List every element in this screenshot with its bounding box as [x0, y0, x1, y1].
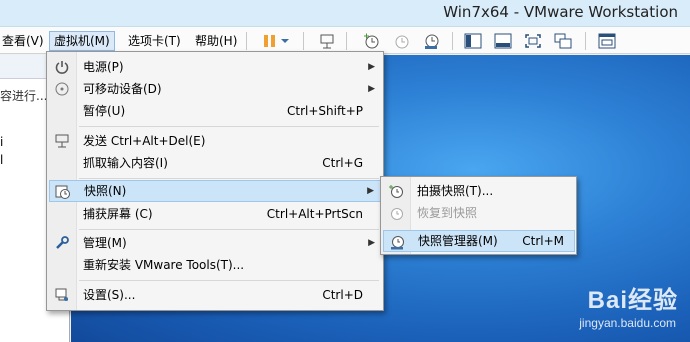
baidu-watermark: Bai经验 jingyan.baidu.com	[510, 278, 680, 338]
toolbar-separator	[452, 32, 453, 50]
menu-item-label: 暂停(U)	[83, 104, 126, 118]
submenu-arrow-icon: ▶	[367, 186, 374, 196]
menu-item-label: 快照(N)	[84, 184, 127, 198]
thumbnail-bar-icon[interactable]	[492, 31, 514, 51]
menu-item-capture-screen[interactable]: 捕获屏幕 (C) Ctrl+Alt+PrtScn	[49, 203, 381, 225]
title-bar: Win7x64 - VMware Workstation	[0, 0, 690, 27]
menu-item-label: 重新安装 VMware Tools(T)...	[83, 258, 245, 272]
menu-item-shortcut: Ctrl+D	[322, 288, 363, 302]
pause-dropdown-chevron-icon[interactable]	[278, 31, 292, 51]
snapshot-submenu: 拍摄快照(T)... 恢复到快照 快照管理器(M) Ctrl+M	[380, 176, 577, 255]
snapshot-manager-icon	[388, 233, 406, 251]
menu-item-shortcut: Ctrl+Shift+P	[287, 104, 363, 118]
menu-item-label: 快照管理器(M)	[418, 234, 498, 248]
library-item-fragment: l	[0, 153, 4, 167]
pause-icon[interactable]	[258, 31, 280, 51]
window-title: Win7x64 - VMware Workstation	[443, 3, 678, 21]
snapshot-manager-icon[interactable]	[420, 31, 442, 51]
menu-item-label: 可移动设备(D)	[83, 82, 162, 96]
wrench-icon	[53, 234, 71, 252]
menu-separator	[79, 229, 379, 230]
menu-item-label: 发送 Ctrl+Alt+Del(E)	[83, 134, 206, 148]
menu-item-snapshot-manager[interactable]: 快照管理器(M) Ctrl+M	[383, 230, 575, 252]
menu-item-send-ctrl-alt-del[interactable]: 发送 Ctrl+Alt+Del(E)	[49, 130, 381, 152]
menu-bar: 查看(V) 虚拟机(M) 选项卡(T) 帮助(H)	[0, 27, 690, 54]
show-library-icon[interactable]	[462, 31, 484, 51]
console-view-icon[interactable]	[596, 31, 618, 51]
menu-item-label: 电源(P)	[83, 60, 124, 74]
menu-item-label: 设置(S)...	[83, 288, 136, 302]
menu-item-label: 管理(M)	[83, 236, 127, 250]
library-item-fragment: i	[0, 135, 4, 149]
menu-vm[interactable]: 虚拟机(M)	[49, 31, 115, 51]
menu-item-manage[interactable]: 管理(M) ▶	[49, 232, 381, 254]
menu-item-label: 捕获屏幕 (C)	[83, 207, 153, 221]
toolbar-separator	[246, 32, 247, 50]
revert-snapshot-icon	[387, 204, 405, 222]
submenu-arrow-icon: ▶	[368, 62, 375, 72]
menu-item-label: 抓取输入内容(I)	[83, 156, 168, 170]
toolbar-separator	[346, 32, 347, 50]
send-ctrl-alt-del-icon	[53, 132, 71, 150]
menu-item-grab-input[interactable]: 抓取输入内容(I) Ctrl+G	[49, 152, 381, 174]
menu-separator	[79, 280, 379, 281]
watermark-brand: Bai经验	[587, 287, 678, 314]
unity-icon[interactable]	[552, 31, 574, 51]
menu-item-power[interactable]: 电源(P) ▶	[49, 56, 381, 78]
take-snapshot-icon	[387, 182, 405, 200]
vm-menu: 电源(P) ▶ 可移动设备(D) ▶ 暂停(U) Ctrl+Shift+P 发送…	[46, 51, 384, 311]
menu-item-label: 拍摄快照(T)...	[417, 184, 494, 198]
menu-item-shortcut: Ctrl+Alt+PrtScn	[266, 207, 363, 221]
take-snapshot-icon[interactable]	[360, 31, 382, 51]
menu-separator	[79, 178, 379, 179]
menu-item-pause[interactable]: 暂停(U) Ctrl+Shift+P	[49, 100, 381, 122]
menu-item-shortcut: Ctrl+G	[322, 156, 363, 170]
menu-item-shortcut: Ctrl+M	[522, 234, 564, 248]
settings-icon	[53, 286, 71, 304]
menu-item-reinstall-tools[interactable]: 重新安装 VMware Tools(T)...	[49, 254, 381, 276]
menu-tabs[interactable]: 选项卡(T)	[124, 31, 185, 51]
toolbar-separator	[585, 32, 586, 50]
menu-item-take-snapshot[interactable]: 拍摄快照(T)...	[383, 180, 575, 202]
disc-icon	[53, 80, 71, 98]
toolbar-separator	[303, 32, 304, 50]
full-screen-icon[interactable]	[522, 31, 544, 51]
submenu-arrow-icon: ▶	[368, 84, 375, 94]
menu-item-label: 恢复到快照	[417, 206, 478, 220]
menu-view[interactable]: 查看(V)	[0, 31, 48, 51]
submenu-arrow-icon: ▶	[368, 238, 375, 248]
menu-separator	[79, 126, 379, 127]
menu-item-revert-snapshot[interactable]: 恢复到快照	[383, 202, 575, 224]
menu-help[interactable]: 帮助(H)	[191, 31, 241, 51]
send-ctrl-alt-del-icon[interactable]	[316, 31, 338, 51]
library-status-text: 容进行...	[0, 89, 48, 103]
power-icon	[53, 58, 71, 76]
menu-item-removable-devices[interactable]: 可移动设备(D) ▶	[49, 78, 381, 100]
menu-item-snapshot[interactable]: 快照(N) ▶	[49, 180, 381, 202]
revert-snapshot-icon[interactable]	[390, 31, 412, 51]
snapshot-icon	[54, 183, 72, 201]
watermark-url: jingyan.baidu.com	[579, 316, 676, 330]
menu-item-settings[interactable]: 设置(S)... Ctrl+D	[49, 284, 381, 306]
